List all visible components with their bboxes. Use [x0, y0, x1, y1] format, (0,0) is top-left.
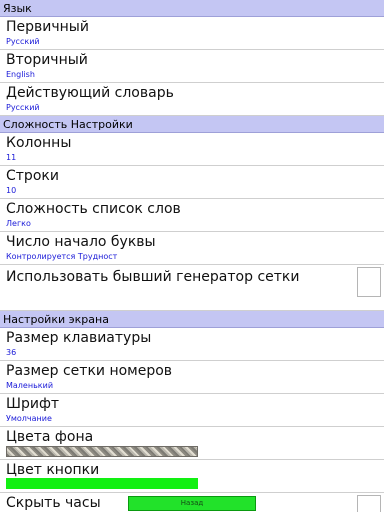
setting-number-grid-size[interactable]: Размер сетки номеров Маленький [0, 361, 384, 394]
setting-value: Русский [6, 103, 40, 112]
button-color-swatch [6, 478, 198, 489]
setting-value: Маленький [6, 381, 54, 390]
setting-columns[interactable]: Колонны 11 [0, 133, 384, 166]
setting-title: Использовать бывший генератор сетки [6, 269, 300, 285]
setting-rows[interactable]: Строки 10 [0, 166, 384, 199]
setting-value: Русский [6, 37, 40, 46]
setting-title: Сложность список слов [6, 201, 181, 217]
setting-value: 36 [6, 348, 17, 357]
background-color-swatch [6, 446, 198, 457]
setting-old-grid-generator[interactable]: Использовать бывший генератор сетки [0, 265, 384, 311]
setting-value: Легко [6, 219, 31, 228]
hide-clock-checkbox[interactable] [357, 495, 381, 512]
setting-value: Контролируется Трудност [6, 252, 118, 261]
setting-title: Строки [6, 168, 59, 184]
section-header-difficulty: Сложность Настройки [0, 116, 384, 133]
back-button[interactable]: Назад [128, 496, 256, 511]
setting-value: 10 [6, 186, 17, 195]
setting-word-list-difficulty[interactable]: Сложность список слов Легко [0, 199, 384, 232]
settings-list: Язык Первичный Русский Вторичный English… [0, 0, 384, 512]
old-grid-generator-checkbox[interactable] [357, 267, 381, 297]
setting-value: 11 [6, 153, 17, 162]
setting-title: Цвета фона [6, 429, 94, 445]
setting-button-color[interactable]: Цвет кнопки [0, 460, 384, 493]
section-header-language: Язык [0, 0, 384, 17]
setting-title: Шрифт [6, 396, 60, 412]
setting-title: Действующий словарь [6, 85, 174, 101]
setting-title: Размер сетки номеров [6, 363, 173, 379]
setting-title: Число начало буквы [6, 234, 156, 250]
section-header-screen: Настройки экрана [0, 311, 384, 328]
setting-secondary-language[interactable]: Вторичный English [0, 50, 384, 83]
setting-title: Вторичный [6, 52, 88, 68]
setting-title: Скрыть часы [6, 495, 101, 511]
setting-value: English [6, 70, 35, 79]
setting-start-letters[interactable]: Число начало буквы Контролируется Трудно… [0, 232, 384, 265]
setting-title: Первичный [6, 19, 89, 35]
setting-title: Колонны [6, 135, 72, 151]
setting-font[interactable]: Шрифт Умолчание [0, 394, 384, 427]
setting-primary-language[interactable]: Первичный Русский [0, 17, 384, 50]
setting-title: Цвет кнопки [6, 462, 100, 478]
setting-title: Размер клавиатуры [6, 330, 152, 346]
setting-value: Умолчание [6, 414, 52, 423]
setting-background-color[interactable]: Цвета фона [0, 427, 384, 460]
setting-keyboard-size[interactable]: Размер клавиатуры 36 [0, 328, 384, 361]
setting-active-dictionary[interactable]: Действующий словарь Русский [0, 83, 384, 116]
